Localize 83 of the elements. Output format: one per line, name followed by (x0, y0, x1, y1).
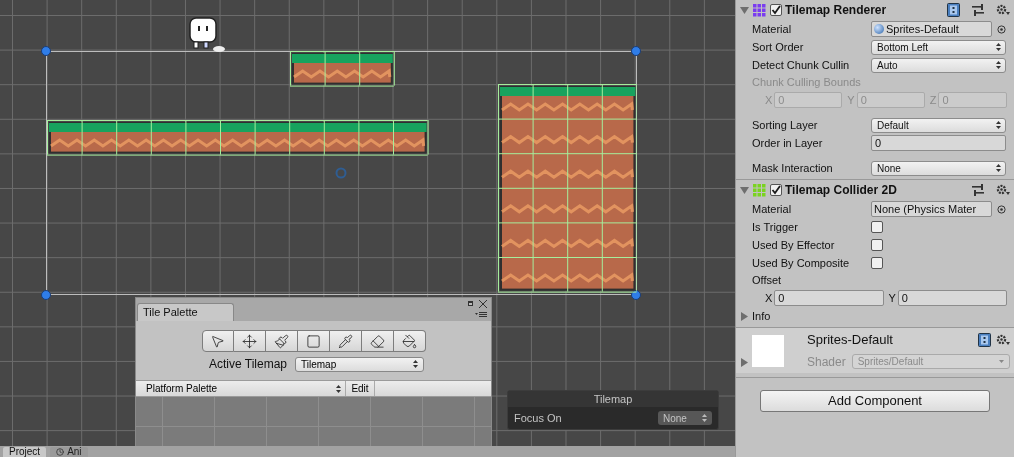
number-field[interactable]: 0 (897, 290, 1007, 306)
active-tilemap-label: Active Tilemap (209, 356, 287, 373)
sliders-icon[interactable] (972, 4, 985, 16)
shader-label: Shader (807, 353, 846, 371)
axis-label: Y (888, 290, 896, 306)
edit-button[interactable]: Edit (346, 381, 375, 396)
box-fill-icon[interactable] (297, 330, 330, 352)
eraser-icon[interactable] (361, 330, 394, 352)
menu-icon[interactable] (475, 312, 487, 318)
sliders-icon[interactable] (972, 184, 985, 196)
field-label: Is Trigger (752, 219, 799, 235)
paintbrush-icon[interactable] (265, 330, 298, 352)
add-component-button[interactable]: Add Component (760, 390, 990, 412)
material-preview (752, 334, 784, 367)
dropdown[interactable]: Auto (871, 57, 1006, 73)
object-picker-icon[interactable] (997, 24, 1006, 34)
help-book-icon[interactable] (947, 3, 960, 17)
checkbox[interactable] (871, 239, 883, 251)
object-field[interactable]: Sprites-Default (871, 21, 992, 37)
checkbox[interactable] (871, 257, 883, 269)
component-title: Tilemap Collider 2D (785, 182, 898, 199)
checkbox[interactable] (770, 184, 782, 196)
number-field[interactable]: 0 (871, 135, 1006, 151)
up-down-arrows-icon (702, 414, 707, 422)
overlay-title: Tilemap (593, 391, 633, 407)
field-label: Detect Chunk Cullin (752, 57, 851, 73)
tilemap-dropdown[interactable]: Tilemap (295, 356, 424, 372)
palette-dropdown[interactable]: Platform Palette (141, 381, 346, 396)
overlay-label: Focus On (514, 410, 562, 426)
select-tool-icon[interactable] (201, 330, 234, 352)
panel-tab[interactable]: Project (3, 447, 47, 457)
dropdown[interactable]: None (871, 160, 1006, 176)
help-book-icon[interactable] (978, 333, 991, 347)
field-label: Mask Interaction (752, 160, 834, 176)
field-label: Material (752, 201, 793, 217)
settings-icon[interactable] (996, 334, 1010, 346)
scene-view[interactable]: Tilemap Focus On None Tile Palette Active Tilemap Tilemap Platform Palette Edit (0, 0, 735, 446)
component-title: Tilemap Renderer (785, 2, 888, 19)
field-label: Sorting Layer (752, 117, 819, 133)
material-name: Sprites-Default (807, 331, 894, 350)
section-label: Offset (752, 273, 783, 289)
up-down-arrows-icon (336, 384, 341, 393)
up-down-arrows-icon (413, 360, 418, 368)
foldout-label[interactable]: Info (752, 307, 771, 325)
clock-icon (56, 448, 65, 456)
resize-handle-icon[interactable] (41, 46, 51, 56)
number-field[interactable]: 0 (774, 290, 884, 306)
object-picker-icon[interactable] (997, 204, 1006, 214)
up-down-arrows-icon (996, 43, 1001, 51)
axis-label: X (765, 290, 773, 306)
tile-grid-icon (752, 182, 767, 198)
field-label: Sort Order (752, 39, 805, 55)
settings-icon[interactable] (996, 4, 1010, 16)
expanded-triangle-icon[interactable] (740, 185, 749, 195)
field-label: Used By Composite (752, 255, 851, 271)
move-tool-icon[interactable] (233, 330, 266, 352)
object-field[interactable]: None (Physics Mater (871, 201, 992, 217)
resize-handle-icon[interactable] (41, 290, 51, 300)
checkbox[interactable] (770, 4, 782, 16)
maximize-icon[interactable] (468, 301, 473, 306)
up-down-arrows-icon (996, 164, 1001, 172)
up-down-arrows-icon (996, 121, 1001, 129)
collapsed-triangle-icon[interactable] (740, 358, 749, 367)
dropdown[interactable]: Bottom Left (871, 39, 1006, 55)
dropdown[interactable]: Default (871, 117, 1006, 133)
field-label: Material (752, 21, 793, 37)
window-tab[interactable]: Tile Palette (137, 303, 234, 321)
focus-dropdown[interactable]: None (658, 411, 712, 425)
close-icon[interactable] (479, 300, 487, 308)
settings-icon[interactable] (996, 184, 1010, 196)
checkbox[interactable] (871, 221, 883, 233)
ghost-character-drawing (189, 17, 227, 53)
field-label: Order in Layer (752, 135, 824, 151)
tile-grid-icon (752, 2, 767, 18)
expanded-triangle-icon[interactable] (740, 5, 749, 15)
pipette-icon[interactable] (329, 330, 362, 352)
up-down-arrows-icon (996, 61, 1001, 69)
panel-tab[interactable]: Ani (50, 447, 88, 457)
caret-icon (999, 360, 1004, 364)
field-label: Used By Effector (752, 237, 836, 253)
resize-handle-icon[interactable] (631, 46, 641, 56)
paint-bucket-icon[interactable] (393, 330, 426, 352)
collapsed-triangle-icon[interactable] (740, 311, 749, 321)
